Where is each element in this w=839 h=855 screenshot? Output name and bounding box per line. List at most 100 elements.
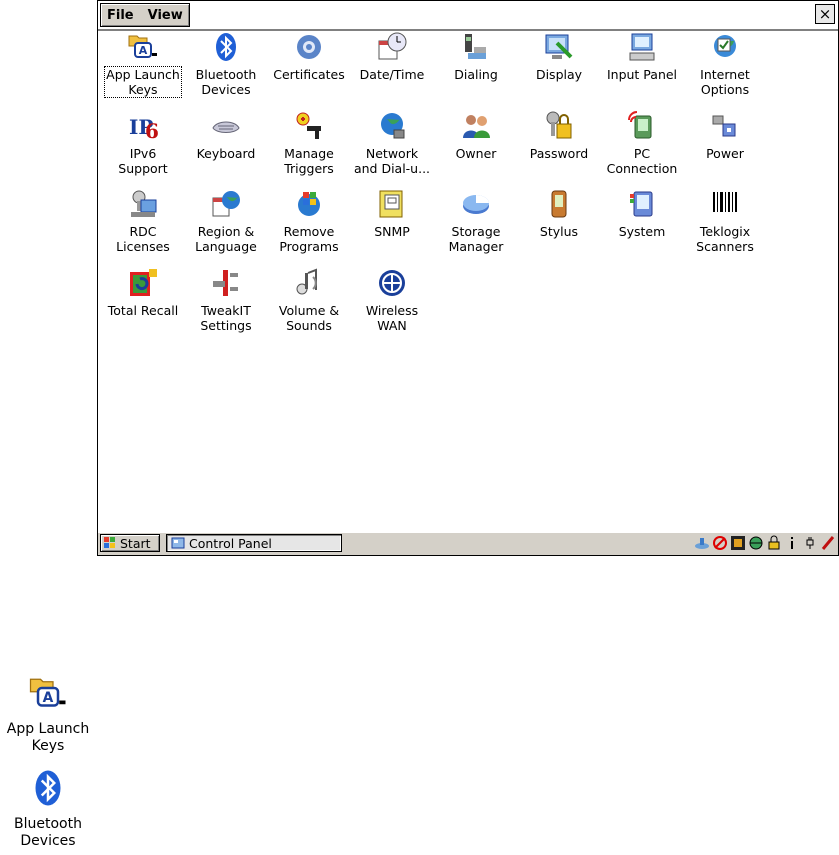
info-tray-icon[interactable] xyxy=(784,535,800,551)
remove-programs-icon xyxy=(293,188,325,220)
lock-tray-icon[interactable] xyxy=(766,535,782,551)
ipv6-icon: IP 6 xyxy=(127,110,159,143)
icon-label: TweakIT Settings xyxy=(200,303,252,333)
menu-file[interactable]: File xyxy=(107,8,134,23)
icon-stylus[interactable]: Stylus xyxy=(517,188,601,239)
globe-tray-icon[interactable] xyxy=(748,535,764,551)
display-icon xyxy=(543,31,575,63)
icon-tweakit-settings[interactable]: TweakIT Settings xyxy=(184,267,268,333)
icon-label: Network and Dial-u... xyxy=(353,146,431,176)
icon-label: Owner xyxy=(455,146,497,161)
icon-owner[interactable]: Owner xyxy=(434,110,518,161)
zoom-label-line1: App Launch xyxy=(6,721,90,737)
zoom-label-line2: Keys xyxy=(31,738,65,754)
icon-label: Password xyxy=(529,146,589,161)
task-control-panel[interactable]: Control Panel xyxy=(166,534,342,552)
icon-label: Volume & Sounds xyxy=(278,303,340,333)
zoom-label-line2: Devices xyxy=(20,833,76,849)
manage-triggers-icon xyxy=(293,110,325,142)
icon-label: Display xyxy=(535,67,583,82)
owner-icon xyxy=(460,110,492,142)
input-panel-icon xyxy=(626,31,658,63)
volume-icon xyxy=(293,267,325,299)
icon-grid: A App Launch Keys Bluetooth Devices Certifica… xyxy=(98,31,838,531)
icon-label: Keyboard xyxy=(196,146,256,161)
start-label: Start xyxy=(120,535,151,551)
icon-total-recall[interactable]: Total Recall xyxy=(101,267,185,318)
menu-bar: File View × xyxy=(98,1,838,31)
no-radio-tray-icon[interactable] xyxy=(712,535,728,551)
svg-text:A: A xyxy=(43,690,54,706)
bluetooth-icon xyxy=(210,31,242,63)
icon-storage-manager[interactable]: Storage Manager xyxy=(434,188,518,254)
icon-label: Stylus xyxy=(539,224,579,239)
stylus-tray-icon[interactable] xyxy=(820,535,836,551)
taskbar: Start Control Panel xyxy=(98,531,838,555)
icon-power[interactable]: Power xyxy=(683,110,767,161)
rdc-licenses-icon xyxy=(127,188,159,220)
menu-group: File View xyxy=(100,3,190,27)
icon-label: Bluetooth Devices xyxy=(195,67,257,97)
icon-label: Total Recall xyxy=(107,303,179,318)
app-launch-keys-icon: A xyxy=(28,673,68,713)
icon-password[interactable]: Password xyxy=(517,110,601,161)
icon-label: Power xyxy=(706,146,744,161)
keyboard-icon xyxy=(210,110,242,142)
icon-pc-connection[interactable]: PC Connection xyxy=(600,110,684,176)
icon-app-launch-keys[interactable]: A App Launch Keys xyxy=(101,31,185,98)
icon-certificates[interactable]: Certificates xyxy=(267,31,351,82)
icon-input-panel[interactable]: Input Panel xyxy=(600,31,684,82)
internet-options-icon xyxy=(709,31,741,63)
battery-tray-icon[interactable] xyxy=(730,535,746,551)
system-icon xyxy=(626,188,658,220)
icon-wireless-wan[interactable]: Wireless WAN xyxy=(350,267,434,333)
start-button[interactable]: Start xyxy=(100,534,160,552)
icon-teklogix-scanners[interactable]: Teklogix Scanners xyxy=(683,188,767,254)
icon-label: Storage Manager xyxy=(448,224,504,254)
icon-label: Wireless WAN xyxy=(365,303,419,333)
control-panel-window: File View × A App Launch Keys Bluetooth Devi… xyxy=(97,0,839,556)
icon-display[interactable]: Display xyxy=(517,31,601,82)
pc-connection-icon xyxy=(626,110,658,142)
zoom-app-launch-keys: A App Launch Keys xyxy=(0,673,96,755)
icon-manage-triggers[interactable]: Manage Triggers xyxy=(267,110,351,176)
icon-label: Remove Programs xyxy=(279,224,339,254)
zoom-bluetooth-devices: Bluetooth Devices xyxy=(0,768,96,850)
zoom-label-line1: Bluetooth xyxy=(14,816,82,832)
icon-dialing[interactable]: Dialing xyxy=(434,31,518,82)
icon-label: System xyxy=(618,224,666,239)
network-tray-icon[interactable] xyxy=(694,535,710,551)
icon-keyboard[interactable]: Keyboard xyxy=(184,110,268,161)
close-button[interactable]: × xyxy=(815,4,835,24)
system-tray xyxy=(694,534,836,552)
icon-volume-sounds[interactable]: Volume & Sounds xyxy=(267,267,351,333)
svg-text:6: 6 xyxy=(145,119,159,142)
icon-region-language[interactable]: Region & Language xyxy=(184,188,268,254)
icon-internet-options[interactable]: Internet Options xyxy=(683,31,767,97)
network-icon xyxy=(376,110,408,142)
icon-remove-programs[interactable]: Remove Programs xyxy=(267,188,351,254)
control-panel-icon xyxy=(171,537,185,549)
icon-rdc-licenses[interactable]: RDC Licenses xyxy=(101,188,185,254)
power-plug-tray-icon[interactable] xyxy=(802,535,818,551)
storage-manager-icon xyxy=(460,188,492,220)
icon-date-time[interactable]: Date/Time xyxy=(350,31,434,82)
icon-system[interactable]: System xyxy=(600,188,684,239)
icon-label: Input Panel xyxy=(606,67,678,82)
icon-snmp[interactable]: SNMP xyxy=(350,188,434,239)
tweakit-icon xyxy=(210,267,242,299)
icon-label: SNMP xyxy=(374,224,410,239)
icon-label: Teklogix Scanners xyxy=(696,224,754,254)
icon-bluetooth-devices[interactable]: Bluetooth Devices xyxy=(184,31,268,97)
date-time-icon xyxy=(376,31,408,63)
icon-label: Date/Time xyxy=(359,67,425,82)
icon-label: Dialing xyxy=(454,67,498,82)
total-recall-icon xyxy=(127,267,159,299)
icon-ipv6-support[interactable]: IP 6 IPv6 Support xyxy=(101,110,185,176)
svg-text:A: A xyxy=(139,44,148,57)
power-icon xyxy=(709,110,741,142)
icon-label: Manage Triggers xyxy=(284,146,334,176)
icon-label: PC Connection xyxy=(606,146,678,176)
menu-view[interactable]: View xyxy=(148,8,183,23)
icon-network-dialup[interactable]: Network and Dial-u... xyxy=(350,110,434,176)
